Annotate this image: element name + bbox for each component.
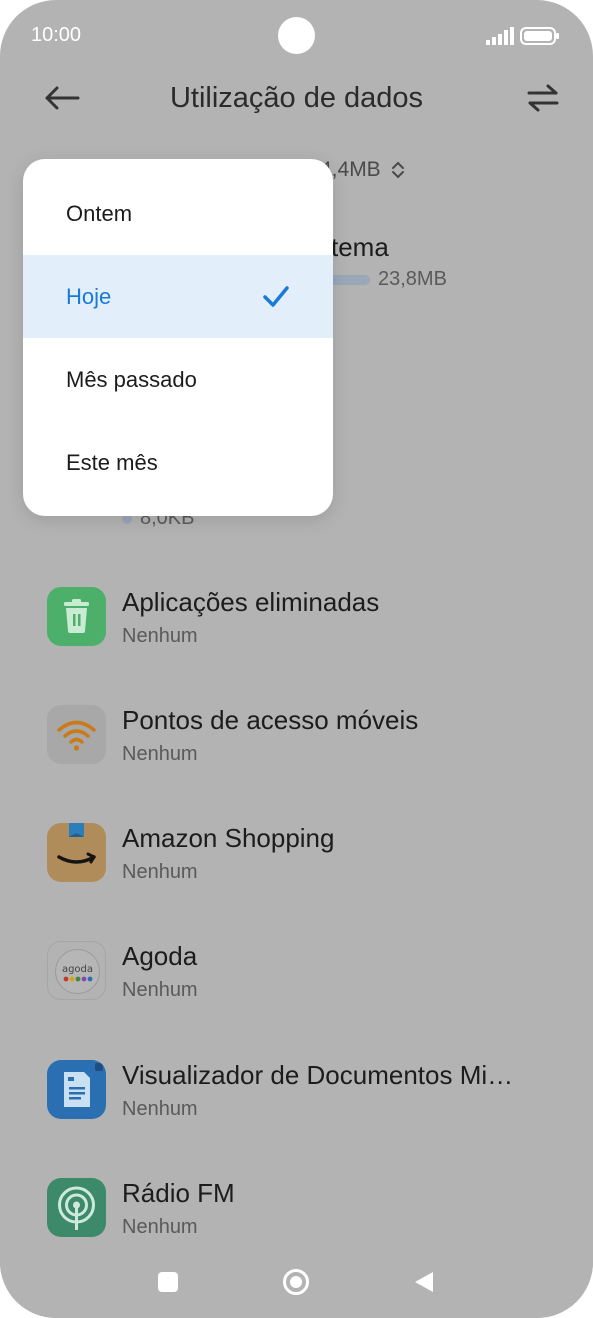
app-name: Rádio FM	[122, 1178, 235, 1208]
menu-item-label: Hoje	[66, 284, 112, 309]
menu-item-label: Ontem	[66, 201, 133, 226]
menu-item-hoje[interactable]: Hoje	[23, 255, 333, 338]
app-name: Pontos de acesso móveis	[122, 705, 419, 735]
list-item[interactable]: Aplicações eliminadas Nenhum	[47, 587, 567, 667]
list-item[interactable]: Visualizador de Documentos Mi… Nenhum	[47, 1060, 567, 1140]
menu-item-este-mes[interactable]: Este mês	[23, 421, 333, 504]
app-name: Amazon Shopping	[122, 823, 335, 853]
app-usage: Nenhum	[122, 625, 198, 647]
chevron-updown-icon	[391, 161, 404, 179]
usage-bar	[330, 274, 370, 285]
system-app-usage-value: 23,8MB	[378, 268, 447, 290]
menu-item-label: Este mês	[66, 450, 158, 475]
status-time: 10:00	[31, 24, 82, 46]
period-dropdown-menu: Ontem Hoje Mês passado Este mês	[23, 159, 333, 516]
swap-arrows-icon	[527, 84, 559, 112]
nav-back-button[interactable]	[412, 1270, 436, 1294]
radio-icon	[47, 1178, 106, 1237]
agoda-icon: agoda	[47, 941, 106, 1000]
wifi-hotspot-icon	[47, 705, 106, 764]
status-bar: 10:00	[0, 0, 593, 72]
app-name: Aplicações eliminadas	[122, 587, 380, 617]
app-name: Agoda	[122, 941, 198, 971]
trash-icon	[47, 587, 106, 646]
signal-icon	[486, 27, 514, 45]
menu-item-mes-passado[interactable]: Mês passado	[23, 338, 333, 421]
app-usage: Nenhum	[122, 1098, 198, 1120]
home-button[interactable]	[282, 1268, 310, 1296]
app-usage: Nenhum	[122, 861, 198, 883]
app-usage: Nenhum	[122, 979, 198, 1001]
navigation-bar	[0, 1238, 593, 1318]
list-item[interactable]: agoda Agoda Nenhum	[47, 941, 567, 1021]
agoda-logo-text: agoda	[62, 964, 93, 975]
menu-item-ontem[interactable]: Ontem	[23, 172, 333, 255]
app-name: Visualizador de Documentos Mi…	[122, 1060, 514, 1090]
page-title: Utilização de dados	[169, 82, 424, 114]
app-header: Utilização de dados	[0, 72, 593, 132]
app-usage: Nenhum	[122, 743, 198, 765]
battery-icon	[520, 27, 559, 45]
app-usage: Nenhum	[122, 1216, 198, 1238]
checkmark-icon	[263, 286, 289, 307]
system-app-usage: 23,8MB	[330, 268, 447, 291]
list-item[interactable]: Pontos de acesso móveis Nenhum	[47, 705, 567, 785]
phone-screen: 10:00 Utilização de dados 4,4MB stema 23…	[0, 0, 593, 1318]
recents-button[interactable]	[158, 1272, 178, 1292]
document-viewer-icon	[47, 1060, 106, 1119]
menu-item-label: Mês passado	[66, 367, 197, 392]
camera-cutout	[278, 17, 315, 54]
list-item[interactable]: Amazon Shopping Nenhum	[47, 823, 567, 903]
amazon-icon	[47, 823, 106, 882]
sort-button[interactable]	[520, 78, 566, 118]
